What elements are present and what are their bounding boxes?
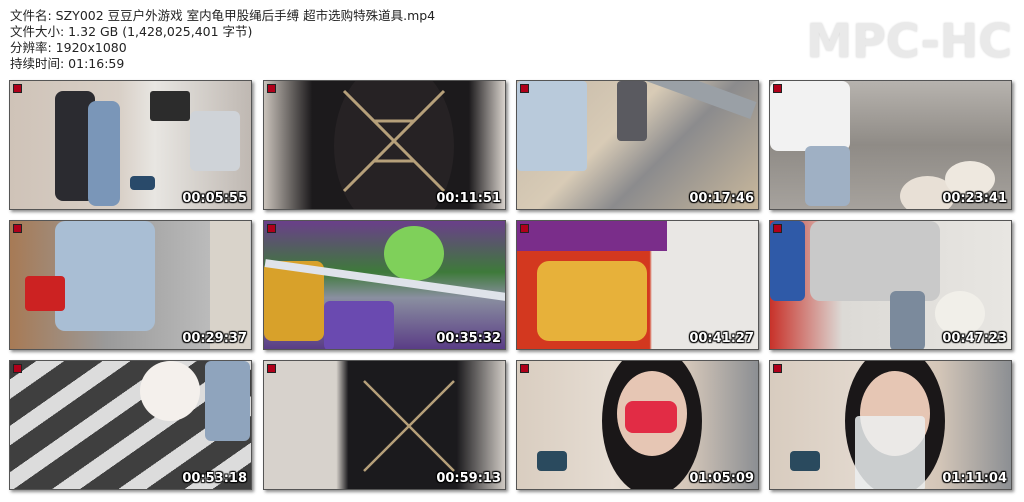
file-info-panel: 文件名: SZY002 豆豆户外游戏 室内龟甲股绳后手缚 超市选购特殊道具.mp…	[10, 8, 435, 72]
marker-icon	[520, 364, 529, 373]
timestamp: 01:05:09	[689, 471, 754, 486]
marker-icon	[267, 364, 276, 373]
thumbnail-10[interactable]: 00:59:13	[263, 360, 506, 490]
thumbnail-grid: 00:05:55 00:11:51 00:17:46 00:23:41 00:2…	[9, 80, 1015, 492]
marker-icon	[13, 224, 22, 233]
thumbnail-8[interactable]: 00:47:23	[769, 220, 1012, 350]
thumbnail-6[interactable]: 00:35:32	[263, 220, 506, 350]
thumbnail-11[interactable]: 01:05:09	[516, 360, 759, 490]
marker-icon	[520, 224, 529, 233]
thumbnail-5[interactable]: 00:29:37	[9, 220, 252, 350]
file-size-line: 文件大小: 1.32 GB (1,428,025,401 字节)	[10, 24, 253, 39]
thumbnail-3[interactable]: 00:17:46	[516, 80, 759, 210]
marker-icon	[773, 224, 782, 233]
marker-icon	[267, 224, 276, 233]
resolution-line: 分辨率: 1920x1080	[10, 40, 127, 55]
marker-icon	[13, 364, 22, 373]
mpc-hc-logo: MPC-HC	[806, 14, 1012, 68]
marker-icon	[773, 84, 782, 93]
timestamp: 00:11:51	[436, 191, 501, 206]
timestamp: 00:41:27	[689, 331, 754, 346]
timestamp: 00:53:18	[182, 471, 247, 486]
thumbnail-2[interactable]: 00:11:51	[263, 80, 506, 210]
thumbnail-1[interactable]: 00:05:55	[9, 80, 252, 210]
timestamp: 00:29:37	[182, 331, 247, 346]
thumbnail-12[interactable]: 01:11:04	[769, 360, 1012, 490]
timestamp: 00:35:32	[436, 331, 501, 346]
timestamp: 00:47:23	[942, 331, 1007, 346]
timestamp: 00:59:13	[436, 471, 501, 486]
thumbnail-9[interactable]: 00:53:18	[9, 360, 252, 490]
timestamp: 00:17:46	[689, 191, 754, 206]
file-name-line: 文件名: SZY002 豆豆户外游戏 室内龟甲股绳后手缚 超市选购特殊道具.mp…	[10, 8, 436, 23]
marker-icon	[773, 364, 782, 373]
timestamp: 01:11:04	[942, 471, 1007, 486]
timestamp: 00:23:41	[942, 191, 1007, 206]
thumbnail-4[interactable]: 00:23:41	[769, 80, 1012, 210]
marker-icon	[267, 84, 276, 93]
duration-line: 持续时间: 01:16:59	[10, 56, 125, 71]
thumbnail-7[interactable]: 00:41:27	[516, 220, 759, 350]
timestamp: 00:05:55	[182, 191, 247, 206]
marker-icon	[520, 84, 529, 93]
marker-icon	[13, 84, 22, 93]
